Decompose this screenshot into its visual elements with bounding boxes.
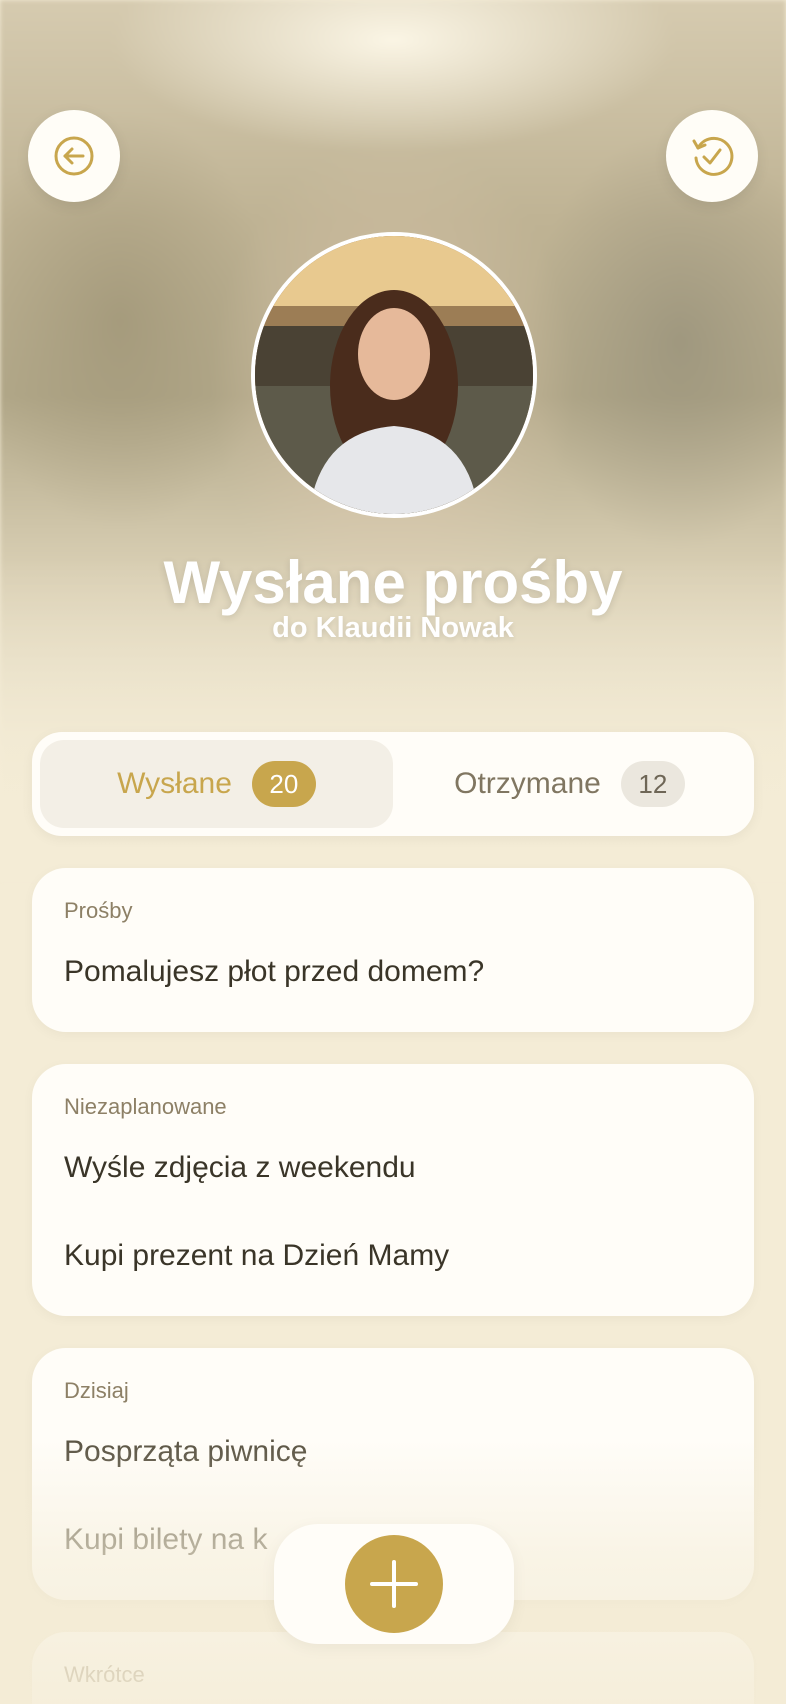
tab-received-count: 12	[620, 761, 685, 807]
tab-received[interactable]: Otrzymane 12	[393, 740, 746, 828]
list-item[interactable]: Kupi prezent na Dzień Mamy	[64, 1236, 722, 1276]
history-check-icon	[692, 136, 734, 176]
list-item[interactable]: Wyśle zdjęcia z weekendu	[64, 1148, 722, 1236]
tab-sent-label: Wysłane	[117, 767, 232, 800]
page-subtitle: do Klaudii Nowak	[272, 612, 514, 644]
tab-bar: Wysłane 20 Otrzymane 12	[32, 732, 754, 836]
tab-received-label: Otrzymane	[454, 767, 601, 800]
section-unscheduled: Niezaplanowane Wyśle zdjęcia z weekendu …	[32, 1064, 754, 1316]
section-header: Niezaplanowane	[64, 1094, 227, 1119]
back-arrow-icon	[54, 136, 94, 176]
section-header: Wkrótce	[64, 1662, 145, 1687]
list-item[interactable]: Pomalujesz płot przed domem?	[64, 952, 722, 992]
back-button[interactable]	[28, 110, 120, 202]
fab-container	[274, 1524, 514, 1644]
add-request-button[interactable]	[345, 1535, 443, 1633]
list-item[interactable]: Posprząta piwnicę	[64, 1432, 722, 1520]
section-requests: Prośby Pomalujesz płot przed domem?	[32, 868, 754, 1032]
section-header: Dzisiaj	[64, 1378, 129, 1403]
tab-sent[interactable]: Wysłane 20	[40, 740, 393, 828]
section-header: Prośby	[64, 898, 133, 923]
avatar-image	[255, 236, 533, 514]
plus-icon	[370, 1560, 418, 1608]
history-button[interactable]	[666, 110, 758, 202]
page-title: Wysłane prośby	[163, 549, 623, 616]
tab-sent-count: 20	[251, 761, 316, 807]
avatar	[251, 232, 537, 518]
